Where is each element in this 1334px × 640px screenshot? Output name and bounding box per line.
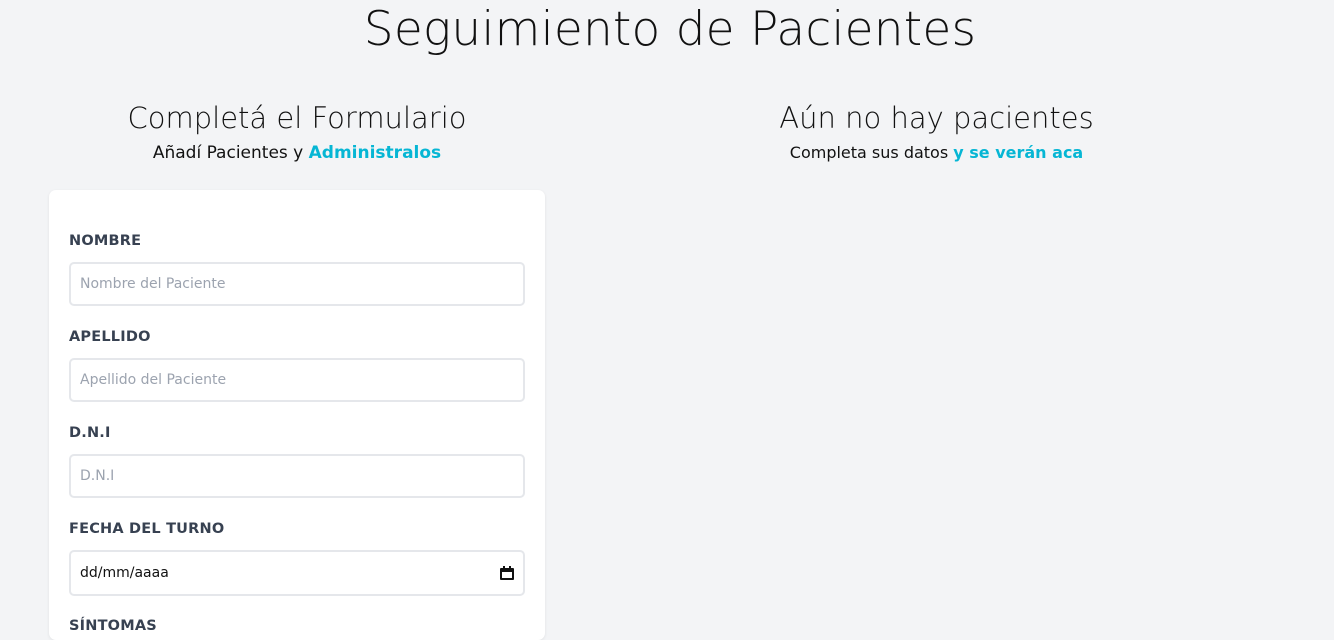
- form-section-heading: Completá el Formulario: [127, 101, 467, 135]
- fecha-date-input[interactable]: dd/mm/aaaa: [69, 550, 525, 596]
- apellido-label: APELLIDO: [69, 329, 151, 345]
- fecha-label: FECHA DEL TURNO: [69, 521, 225, 537]
- form-subtitle-prefix: Añadí Pacientes y: [152, 143, 309, 163]
- fecha-date-value: dd/mm/aaaa: [80, 565, 169, 581]
- dni-input[interactable]: [69, 454, 525, 498]
- form-section-subtitle: Añadí Pacientes y Administralos: [49, 141, 545, 165]
- patients-subtitle-accent: y se verán aca: [953, 143, 1084, 162]
- patients-section-subtitle: Completa sus datos y se verán aca: [685, 141, 1188, 165]
- patient-form: NOMBRE APELLIDO D.N.I FECHA DEL TURNO dd…: [49, 190, 545, 640]
- nombre-input[interactable]: [69, 262, 525, 306]
- page-title: Seguimiento de Pacientes: [363, 2, 977, 57]
- patients-section-heading: Aún no hay pacientes: [779, 101, 1094, 135]
- patients-subtitle-prefix: Completa sus datos: [789, 143, 954, 162]
- calendar-icon[interactable]: [500, 566, 514, 580]
- dni-label: D.N.I: [69, 425, 111, 441]
- sintomas-label: SÍNTOMAS: [69, 618, 157, 634]
- form-section-header: Completá el Formulario Añadí Pacientes y…: [49, 98, 545, 165]
- nombre-label: NOMBRE: [69, 233, 142, 249]
- form-subtitle-accent: Administralos: [308, 143, 442, 163]
- patients-section-header: Aún no hay pacientes Completa sus datos …: [685, 98, 1188, 165]
- apellido-input[interactable]: [69, 358, 525, 402]
